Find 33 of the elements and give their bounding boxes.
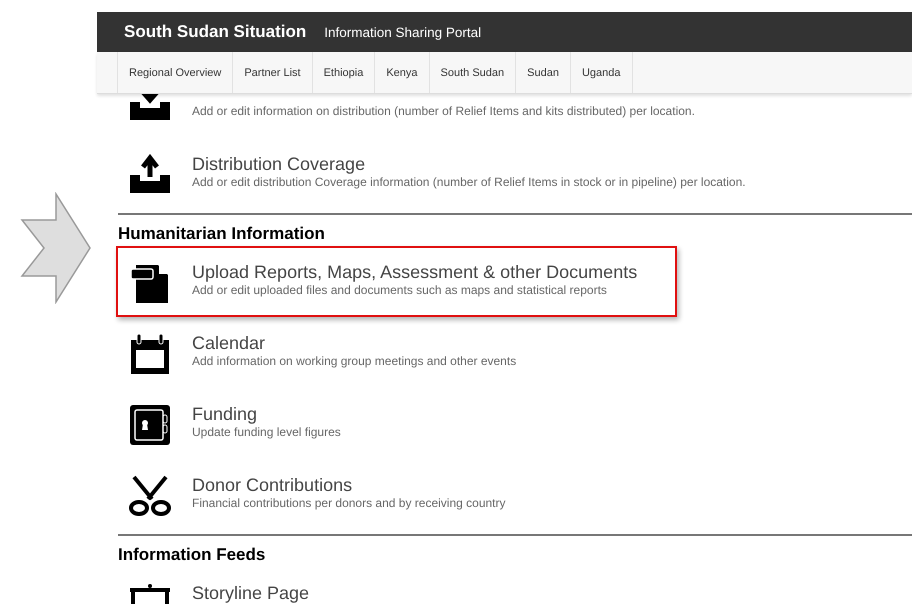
nav-link[interactable]: Kenya [374, 52, 429, 93]
item-title: Funding [192, 403, 258, 425]
item-description: Add or edit information on distribution (number of Relief Items and kits distributed) per location. [192, 104, 695, 119]
item-description: Add or edit distribution Coverage information (number of Relief Items in stock or in pipeline) per location. [192, 175, 746, 190]
item-description: Update funding level figures [192, 425, 341, 440]
site-subtitle: Information Sharing Portal [324, 24, 482, 40]
list-item[interactable]: Funding Update funding level figures [116, 388, 353, 459]
item-title: Distribution Coverage [192, 153, 366, 175]
nav-link[interactable]: Sudan [515, 52, 570, 93]
list-item[interactable]: Calendar Add information on working group meetings and other events [116, 317, 528, 388]
item-title: Storyline Page [192, 582, 310, 604]
item-title: Donor Contributions [192, 474, 354, 496]
list-item[interactable]: Add or edit information on distribution (number of Relief Items and kits distributed) per location. [116, 94, 707, 138]
section-heading: Humanitarian Information [118, 224, 326, 244]
calendar-icon [128, 332, 172, 376]
item-title: Upload Reports, Maps, Assessment & other Documents [192, 261, 638, 283]
nav-link[interactable]: Regional Overview [117, 52, 232, 93]
item-title: Calendar [192, 332, 266, 354]
nav-link[interactable]: Partner List [232, 52, 312, 93]
list-item[interactable]: Distribution Coverage Add or edit distribution Coverage information (number of Relief Items in stock or in pipeline) per location. [116, 138, 758, 209]
item-description: Add or edit uploaded files and documents such as maps and statistical reports [192, 283, 608, 298]
highlight-frame[interactable]: Upload Reports, Maps, Assessment & other Documents Add or edit uploaded files and documents such as maps and statistical reports [116, 246, 678, 317]
list-item[interactable]: Storyline Page [116, 567, 322, 604]
nav-link[interactable]: Ethiopia [312, 52, 374, 93]
nav-link[interactable]: South Sudan [428, 52, 516, 93]
nav-link[interactable]: Uganda [570, 52, 633, 93]
section-heading: Information Feeds [118, 545, 266, 565]
item-description: Financial contributions per donors and by receiving country [192, 496, 506, 511]
item-description: Add information on working group meetings and other events [192, 354, 516, 369]
safe-icon [128, 403, 172, 447]
site-title: South Sudan Situation [124, 22, 306, 42]
list-item[interactable]: Donor Contributions Financial contributions per donors and by receiving country [116, 459, 518, 530]
scissors-icon [128, 474, 172, 518]
